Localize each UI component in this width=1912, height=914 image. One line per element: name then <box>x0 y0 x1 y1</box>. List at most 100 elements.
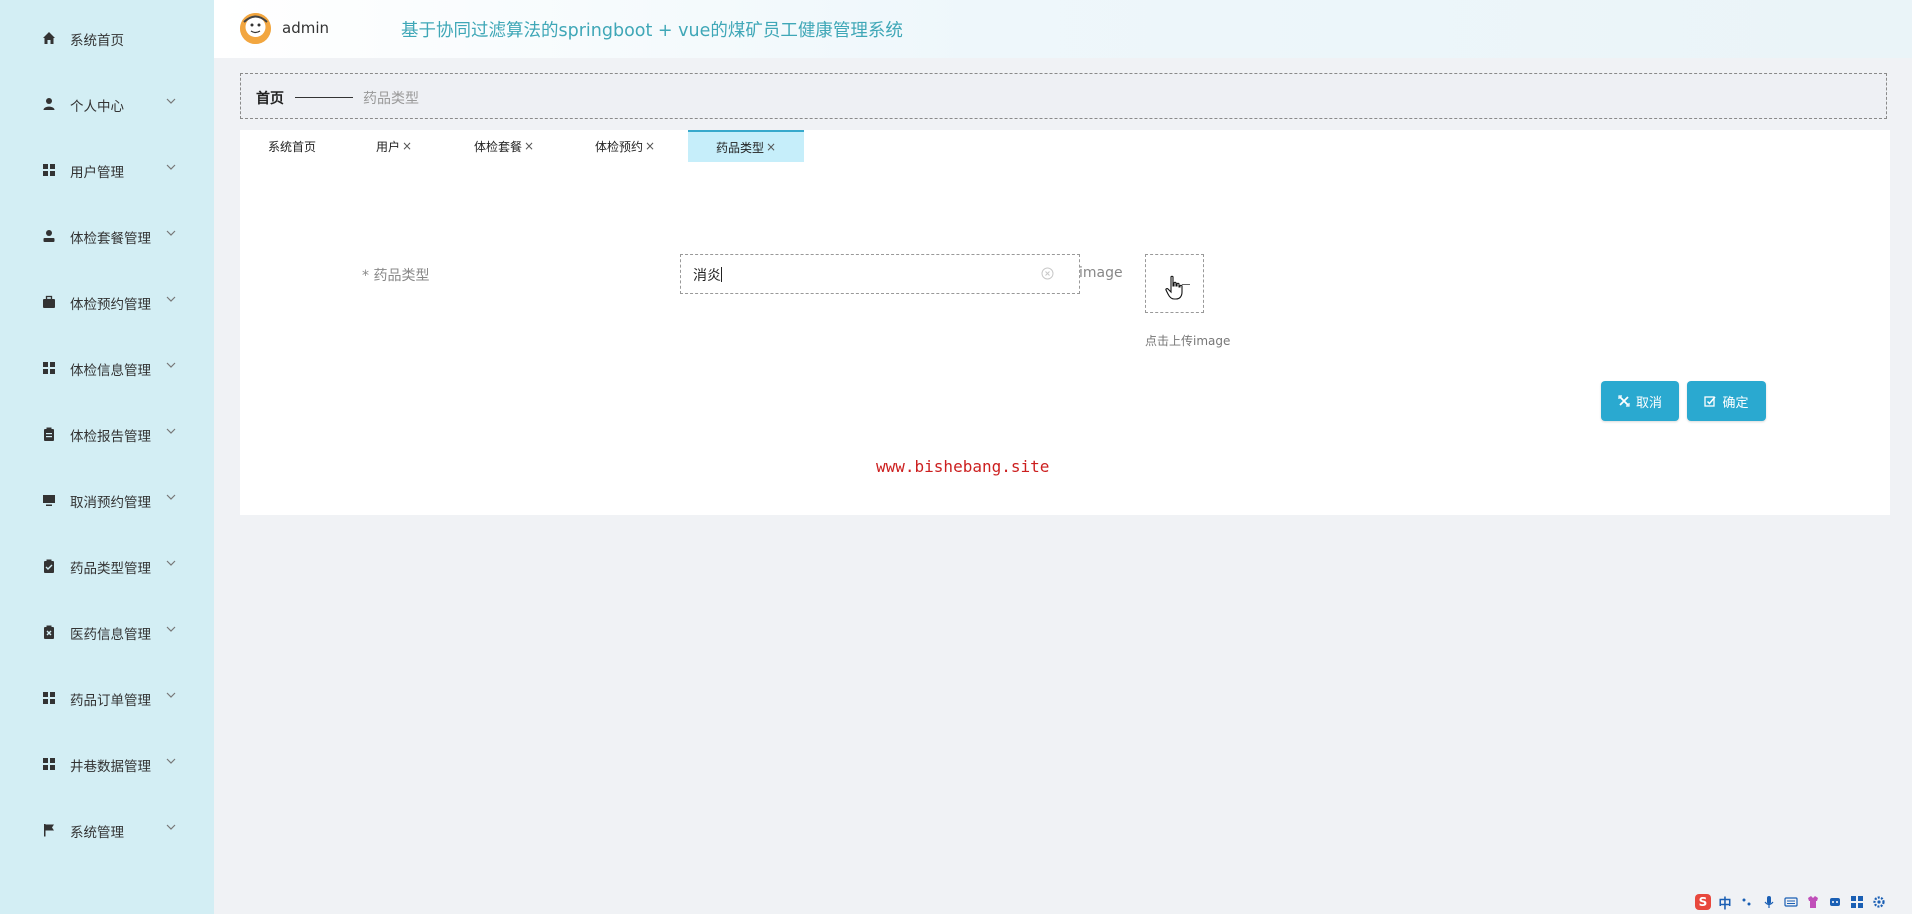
sidebar-item-drug-type-management[interactable]: 药品类型管理 <box>0 546 214 586</box>
confirm-button-label: 确定 <box>1722 395 1749 411</box>
username-label[interactable]: admin <box>282 19 329 37</box>
drug-type-label: * 药品类型 <box>362 268 430 284</box>
chevron-down-icon <box>166 626 176 632</box>
sidebar-item-label: 药品订单管理 <box>70 693 151 709</box>
breadcrumb: 首页 药品类型 <box>240 73 1887 119</box>
sidebar-item-personal-center[interactable]: 个人中心 <box>0 84 214 124</box>
content-panel: 系统首页 用户 × 体检套餐 × 体检预约 × 药品类型 × * 药品类型 消炎 <box>240 130 1890 515</box>
image-label: image <box>1079 265 1123 281</box>
avatar[interactable] <box>240 13 271 44</box>
sidebar-item-medicine-info-management[interactable]: 医药信息管理 <box>0 612 214 652</box>
sidebar-item-tunnel-data-management[interactable]: 井巷数据管理 <box>0 744 214 784</box>
grid-icon <box>43 692 55 704</box>
sidebar-item-cancel-appointment-management[interactable]: 取消预约管理 <box>0 480 214 520</box>
sidebar-item-home[interactable]: 系统首页 <box>0 18 214 58</box>
cancel-button-label: 取消 <box>1635 395 1662 411</box>
sidebar-item-label: 体检预约管理 <box>70 297 151 313</box>
sidebar-item-label: 医药信息管理 <box>70 627 151 643</box>
user-icon <box>43 230 55 242</box>
sidebar-item-label: 井巷数据管理 <box>70 759 151 775</box>
tab-close-icon[interactable]: × <box>766 140 776 154</box>
tab-drug-type[interactable]: 药品类型 × <box>688 130 804 162</box>
chevron-down-icon <box>166 362 176 368</box>
app-title: 基于协同过滤算法的springboot + vue的煤矿员工健康管理系统 <box>401 21 903 41</box>
sidebar-item-label: 系统管理 <box>70 825 124 841</box>
robot-icon[interactable] <box>1826 893 1844 911</box>
grid-icon <box>43 164 55 176</box>
microphone-icon[interactable] <box>1760 893 1778 911</box>
tab-label: 体检套餐 <box>474 139 523 154</box>
person-icon <box>43 98 55 110</box>
image-upload-box[interactable] <box>1145 254 1204 313</box>
sidebar-item-appointment-management[interactable]: 体检预约管理 <box>0 282 214 322</box>
chevron-down-icon <box>166 824 176 830</box>
edit-check-icon <box>1704 396 1717 407</box>
tab-label: 药品类型 <box>715 140 764 155</box>
hand-cursor-icon <box>1165 275 1183 300</box>
sidebar-item-label: 系统首页 <box>70 33 124 49</box>
tab-exam-package[interactable]: 体检套餐 × <box>474 130 564 162</box>
tab-exam-appointment[interactable]: 体检预约 × <box>595 130 685 162</box>
tab-close-icon[interactable]: × <box>524 139 534 153</box>
chevron-down-icon <box>166 98 176 104</box>
ime-chinese-indicator[interactable]: 中 <box>1716 893 1734 912</box>
punctuation-icon[interactable] <box>1738 893 1756 911</box>
sidebar-item-drug-order-management[interactable]: 药品订单管理 <box>0 678 214 718</box>
monitor-icon <box>43 495 55 506</box>
chevron-down-icon <box>166 164 176 170</box>
sidebar-item-label: 药品类型管理 <box>70 561 151 577</box>
clipboard-check-icon <box>44 559 54 573</box>
tab-user[interactable]: 用户 × <box>376 130 456 162</box>
chevron-down-icon <box>166 428 176 434</box>
plus-mark-icon <box>1182 284 1190 285</box>
watermark-text: www.bishebang.site <box>876 457 1050 476</box>
drug-type-input-value: 消炎 <box>693 268 721 284</box>
sidebar: 系统首页 个人中心 用户管理 体检套餐管理 体检预约管理 体检信息管理 体检报告… <box>0 0 214 914</box>
keyboard-icon[interactable] <box>1782 893 1800 911</box>
cancel-icon <box>1618 395 1630 407</box>
sidebar-item-label: 个人中心 <box>70 99 124 115</box>
clipboard-x-icon <box>44 625 54 639</box>
chevron-down-icon <box>166 296 176 302</box>
tab-system-home[interactable]: 系统首页 <box>268 130 348 162</box>
sidebar-item-report-management[interactable]: 体检报告管理 <box>0 414 214 454</box>
tab-label: 系统首页 <box>268 139 317 154</box>
system-tray: S 中 <box>1694 890 1912 914</box>
apps-grid-icon[interactable] <box>1848 893 1866 911</box>
tab-label: 体检预约 <box>595 139 644 154</box>
drug-type-input[interactable]: 消炎 <box>680 254 1080 294</box>
sidebar-item-label: 取消预约管理 <box>70 495 151 511</box>
breadcrumb-current: 药品类型 <box>363 91 419 107</box>
skin-icon[interactable] <box>1804 893 1822 911</box>
tab-close-icon[interactable]: × <box>402 139 412 153</box>
grid-icon <box>43 362 55 374</box>
breadcrumb-separator <box>295 97 353 98</box>
sidebar-item-label: 用户管理 <box>70 165 124 181</box>
svg-text:S: S <box>1699 895 1708 909</box>
chevron-down-icon <box>166 560 176 566</box>
sidebar-item-package-management[interactable]: 体检套餐管理 <box>0 216 214 256</box>
sidebar-item-system-management[interactable]: 系统管理 <box>0 810 214 850</box>
home-icon <box>43 32 55 44</box>
upload-hint: 点击上传image <box>1145 334 1231 348</box>
chevron-down-icon <box>166 692 176 698</box>
grid-icon <box>43 758 55 770</box>
tab-close-icon[interactable]: × <box>645 139 655 153</box>
clear-icon[interactable] <box>1041 267 1054 280</box>
cancel-button[interactable]: 取消 <box>1601 381 1679 421</box>
chevron-down-icon <box>166 494 176 500</box>
sidebar-item-label: 体检信息管理 <box>70 363 151 379</box>
confirm-button[interactable]: 确定 <box>1687 381 1766 421</box>
sogou-ime-icon[interactable]: S <box>1694 893 1712 911</box>
tab-label: 用户 <box>376 139 401 154</box>
settings-gear-icon[interactable] <box>1870 893 1888 911</box>
text-caret <box>721 267 722 282</box>
sidebar-item-label: 体检套餐管理 <box>70 231 151 247</box>
sidebar-item-exam-info-management[interactable]: 体检信息管理 <box>0 348 214 388</box>
clipboard-icon <box>44 427 54 441</box>
chevron-down-icon <box>166 230 176 236</box>
sidebar-item-user-management[interactable]: 用户管理 <box>0 150 214 190</box>
sidebar-item-label: 体检报告管理 <box>70 429 151 445</box>
breadcrumb-home[interactable]: 首页 <box>256 88 284 108</box>
chevron-down-icon <box>166 758 176 764</box>
